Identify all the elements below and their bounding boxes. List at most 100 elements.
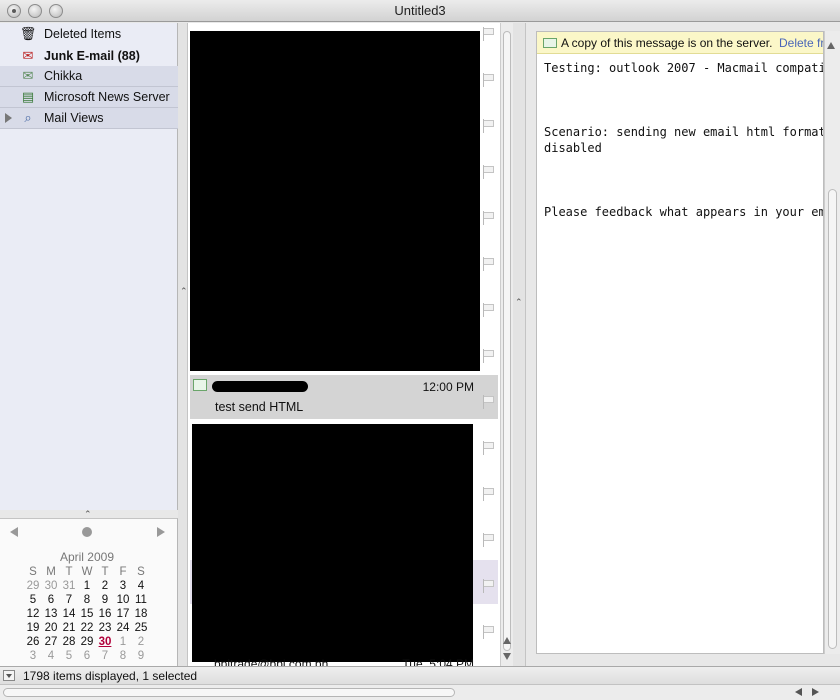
scrollbar-thumb[interactable] xyxy=(828,189,837,649)
calendar-day[interactable]: 17 xyxy=(114,608,132,622)
mail-account-icon: ✉ xyxy=(22,68,34,83)
list-pane-resizer[interactable] xyxy=(513,23,526,666)
calendar-day[interactable]: 8 xyxy=(78,594,96,608)
calendar-day[interactable]: 4 xyxy=(42,650,60,664)
calendar-day[interactable]: 6 xyxy=(78,650,96,664)
scroll-up-icon[interactable] xyxy=(503,637,511,644)
message-list-scrollbar[interactable] xyxy=(500,23,513,666)
calendar-day[interactable]: 7 xyxy=(60,594,78,608)
flag-icon[interactable] xyxy=(483,211,495,225)
calendar-day[interactable]: 2 xyxy=(96,580,114,594)
calendar-day[interactable]: 14 xyxy=(60,608,78,622)
calendar-day[interactable]: 9 xyxy=(96,594,114,608)
calendar-day[interactable]: 1 xyxy=(114,636,132,650)
scrollbar-thumb[interactable] xyxy=(503,31,511,651)
next-month-icon[interactable] xyxy=(157,527,165,537)
disclosure-triangle-icon[interactable] xyxy=(5,113,12,123)
status-menu-icon[interactable] xyxy=(3,670,15,681)
flag-icon[interactable] xyxy=(483,349,495,363)
collapse-left-icon[interactable]: ⌃ xyxy=(515,297,523,308)
flag-column xyxy=(477,23,500,666)
calendar-day[interactable]: 29 xyxy=(78,636,96,650)
scroll-down-icon[interactable] xyxy=(503,653,511,660)
folder-label: Junk E-mail (88) xyxy=(44,48,140,63)
calendar-day[interactable]: 15 xyxy=(78,608,96,622)
calendar-day[interactable]: 4 xyxy=(132,580,150,594)
mini-calendar: April 2009 S M T W T F S 29 30 31 1 2 3 4 5 6 7 8 9 10 11 12 1… xyxy=(0,518,178,666)
flag-icon[interactable] xyxy=(483,579,495,593)
flag-icon[interactable] xyxy=(483,165,495,179)
flag-icon[interactable] xyxy=(483,533,495,547)
calendar-day[interactable]: 30 xyxy=(42,580,60,594)
folder-microsoft-news-server[interactable]: ▤ Microsoft News Server xyxy=(0,87,178,108)
message-body-line xyxy=(544,172,823,188)
folder-label: Microsoft News Server xyxy=(44,90,170,104)
flag-icon[interactable] xyxy=(483,441,495,455)
flag-icon[interactable] xyxy=(483,27,495,41)
message-body-line: Please feedback what appears in your ema… xyxy=(544,205,824,219)
message-row[interactable]: bpitrade@bpi.com.ph Tue, 5:04 PM xyxy=(214,657,474,666)
scroll-right-icon[interactable] xyxy=(812,688,819,696)
calendar-day[interactable]: 22 xyxy=(78,622,96,636)
envelope-icon xyxy=(193,379,207,391)
calendar-day[interactable]: 5 xyxy=(24,594,42,608)
calendar-day[interactable]: 3 xyxy=(114,580,132,594)
scroll-left-icon[interactable] xyxy=(795,688,802,696)
weekday-label: W xyxy=(81,566,93,578)
title-bar: Untitled3 xyxy=(0,0,840,22)
calendar-day[interactable]: 24 xyxy=(114,622,132,636)
calendar-day[interactable]: 3 xyxy=(24,650,42,664)
flag-icon[interactable] xyxy=(483,487,495,501)
calendar-day[interactable]: 5 xyxy=(60,650,78,664)
previous-month-icon[interactable] xyxy=(10,527,18,537)
calendar-day[interactable]: 23 xyxy=(96,622,114,636)
calendar-day[interactable]: 19 xyxy=(24,622,42,636)
selected-message-row[interactable]: 12:00 PM test send HTML xyxy=(190,375,498,419)
calendar-day[interactable]: 8 xyxy=(114,650,132,664)
calendar-day[interactable]: 2 xyxy=(132,636,150,650)
folder-mail-views[interactable]: ⌕ Mail Views xyxy=(0,108,178,129)
calendar-day[interactable]: 21 xyxy=(60,622,78,636)
calendar-day[interactable]: 25 xyxy=(132,622,150,636)
calendar-day[interactable]: 13 xyxy=(42,608,60,622)
flag-icon[interactable] xyxy=(483,395,495,409)
calendar-day[interactable]: 12 xyxy=(24,608,42,622)
folder-deleted-items[interactable]: 🗑 Deleted Items xyxy=(0,23,178,44)
message-body-line xyxy=(544,156,823,172)
scrollbar-thumb[interactable] xyxy=(3,688,455,697)
calendar-day[interactable]: 31 xyxy=(60,580,78,594)
flag-icon[interactable] xyxy=(483,625,495,639)
delete-from-server-link[interactable]: Delete from server xyxy=(779,36,823,50)
calendar-day[interactable]: 18 xyxy=(132,608,150,622)
today-icon[interactable] xyxy=(82,527,92,537)
calendar-day[interactable]: 26 xyxy=(24,636,42,650)
calendar-day[interactable]: 7 xyxy=(96,650,114,664)
calendar-day[interactable]: 10 xyxy=(114,594,132,608)
calendar-day[interactable]: 6 xyxy=(42,594,60,608)
scroll-up-icon[interactable] xyxy=(827,42,835,49)
sidebar-resizer[interactable] xyxy=(178,23,188,666)
calendar-day[interactable]: 11 xyxy=(132,594,150,608)
calendar-day[interactable]: 16 xyxy=(96,608,114,622)
calendar-day[interactable]: 27 xyxy=(42,636,60,650)
reading-pane-scrollbar[interactable] xyxy=(824,31,840,654)
collapse-left-icon[interactable]: ⌃ xyxy=(180,286,188,297)
folder-junk-email[interactable]: ✉ Junk E-mail (88) xyxy=(0,45,178,66)
calendar-day[interactable]: 20 xyxy=(42,622,60,636)
calendar-day-selected[interactable]: 30 xyxy=(96,636,114,650)
envelope-icon xyxy=(543,38,557,48)
calendar-day[interactable]: 1 xyxy=(78,580,96,594)
status-bar: 1798 items displayed, 1 selected xyxy=(0,666,840,684)
flag-icon[interactable] xyxy=(483,119,495,133)
weekday-label: T xyxy=(65,566,73,578)
weekday-label: S xyxy=(137,566,145,578)
flag-icon[interactable] xyxy=(483,257,495,271)
flag-icon[interactable] xyxy=(483,73,495,87)
message-time: 12:00 PM xyxy=(422,380,474,394)
flag-icon[interactable] xyxy=(483,303,495,317)
horizontal-scrollbar[interactable] xyxy=(0,684,840,700)
calendar-day[interactable]: 28 xyxy=(60,636,78,650)
folder-chikka[interactable]: ✉ Chikka xyxy=(0,66,178,87)
calendar-day[interactable]: 9 xyxy=(132,650,150,664)
calendar-day[interactable]: 29 xyxy=(24,580,42,594)
